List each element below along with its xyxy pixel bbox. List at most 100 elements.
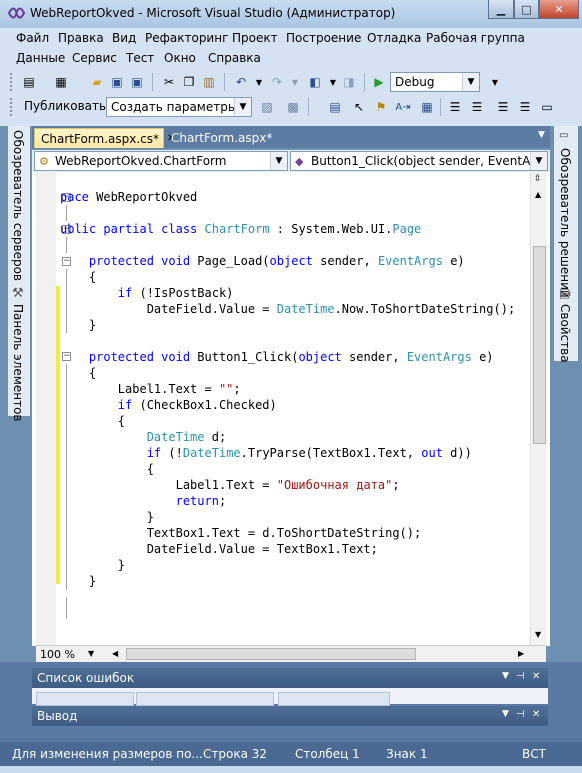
type-value: WebReportOkved.ChartForm: [55, 154, 227, 168]
horizontal-scrollbar-thumb[interactable]: [126, 648, 416, 660]
toolbox-tab[interactable]: Панель элементов: [11, 304, 25, 422]
window-bottom-border: [0, 766, 582, 773]
visual-studio-icon: [8, 7, 25, 19]
cursor-icon[interactable]: ↖: [350, 98, 368, 116]
code-line: if (CheckBox1.Checked): [117, 398, 277, 412]
solution-configuration-select[interactable]: Debug ▼: [390, 72, 480, 92]
code-line: {: [60, 414, 126, 428]
minimize-button[interactable]: ▁: [488, 0, 514, 19]
toolbar-grip[interactable]: [10, 73, 15, 91]
tab-list-icon[interactable]: ▼: [538, 130, 545, 140]
outline-line: [66, 237, 67, 253]
navigate-backward-icon[interactable]: ◧: [306, 73, 324, 91]
toolbar-separator: [364, 73, 365, 91]
code-line: DateField.Value = DateTime.Now.ToShortDa…: [60, 302, 516, 316]
menu-help[interactable]: Справка: [208, 51, 261, 65]
menu-file[interactable]: Файл: [16, 31, 49, 45]
quick-info-icon[interactable]: ⚑: [372, 98, 390, 116]
open-folder-icon[interactable]: ▰: [88, 73, 106, 91]
close-icon[interactable]: ✕: [532, 671, 540, 682]
code-line: DateField.Value = TextBox1.Text;: [60, 542, 378, 556]
uncomment-icon[interactable]: ☰: [516, 98, 534, 116]
save-icon[interactable]: ▣: [108, 73, 126, 91]
configuration-value: Debug: [395, 75, 435, 89]
vertical-scrollbar[interactable]: ⇳ ▲ ▼: [530, 172, 547, 646]
chevron-down-icon: ▼: [270, 152, 287, 170]
error-list-header[interactable]: Список ошибок ▼ ⊣ ✕: [32, 668, 548, 688]
type-select[interactable]: ⚙ WebReportOkved.ChartForm ▼: [34, 151, 288, 171]
navigate-forward-icon[interactable]: ◨: [340, 73, 358, 91]
decrease-indent-icon[interactable]: ☰: [446, 98, 464, 116]
maximize-button[interactable]: □: [514, 0, 539, 19]
server-explorer-tab[interactable]: Обозреватель серверов: [11, 130, 25, 281]
errors-filter-button[interactable]: [36, 692, 134, 706]
scroll-left-icon[interactable]: ◀: [112, 649, 118, 658]
select-icon[interactable]: ▤: [326, 98, 344, 116]
pin-icon[interactable]: ⊣: [516, 671, 525, 682]
start-debugging-icon[interactable]: ▶: [370, 73, 388, 91]
code-line: protected void Page_Load(object sender, …: [88, 254, 465, 268]
pin-icon[interactable]: ⊣: [516, 709, 525, 720]
copy-icon[interactable]: ❐: [180, 73, 198, 91]
undo-icon[interactable]: ↶: [232, 73, 250, 91]
complete-word-icon[interactable]: A⇥: [394, 98, 412, 116]
scroll-right-icon[interactable]: ▶: [518, 649, 524, 658]
output-title: Вывод: [37, 709, 78, 723]
save-all-icon[interactable]: ▣: [128, 73, 146, 91]
parameter-info-icon[interactable]: ▦: [418, 98, 436, 116]
scroll-down-icon[interactable]: ▼: [535, 630, 541, 639]
tab-label: ChartForm.aspx.cs*: [41, 131, 160, 146]
properties-tab[interactable]: Свойства: [558, 304, 572, 363]
menu-test[interactable]: Тест: [126, 51, 154, 65]
undo-dropdown-icon[interactable]: ▼: [250, 73, 268, 91]
scrollbar-thumb[interactable]: [533, 246, 546, 444]
code-line: }: [60, 574, 97, 588]
solution-explorer-tab[interactable]: Обозреватель решений: [558, 148, 572, 298]
window-position-icon[interactable]: ▼: [502, 671, 509, 681]
code-line: {: [60, 462, 154, 476]
publish-web-icon[interactable]: ▨: [258, 98, 276, 116]
pin-icon[interactable]: ▭: [559, 130, 568, 141]
increase-indent-icon[interactable]: ☰: [468, 98, 486, 116]
publish-settings-select[interactable]: Создать параметры пуб ▼: [106, 97, 252, 117]
member-select[interactable]: ◆ Button1_Click(object sender, EventArgs…: [290, 151, 548, 171]
menu-debug[interactable]: Отладка: [367, 31, 421, 45]
close-button[interactable]: ✕: [539, 0, 579, 19]
bookmark-icon[interactable]: ▭: [538, 98, 556, 116]
outline-line: [66, 597, 67, 619]
menu-tools[interactable]: Сервис: [72, 51, 117, 65]
menu-project[interactable]: Проект: [232, 31, 278, 45]
menu-window[interactable]: Окно: [164, 51, 196, 65]
redo-dropdown-icon[interactable]: ▼: [286, 73, 304, 91]
output-header[interactable]: Вывод ▼ ⊣ ✕: [32, 706, 548, 726]
toolbar-options-icon[interactable]: ▼: [486, 73, 504, 91]
tab-chartform-aspx[interactable]: ChartForm.aspx*: [165, 128, 275, 148]
window-position-icon[interactable]: ▼: [502, 709, 509, 719]
warnings-filter-button[interactable]: [136, 692, 274, 706]
zoom-select[interactable]: 100 %: [36, 646, 88, 662]
status-message: Для изменения размеров по...: [12, 747, 203, 761]
scroll-up-icon[interactable]: ▲: [535, 190, 541, 199]
paste-icon[interactable]: ▥: [200, 73, 218, 91]
close-icon[interactable]: ✕: [532, 709, 540, 720]
cut-icon[interactable]: ✂: [160, 73, 178, 91]
comment-icon[interactable]: ☰: [494, 98, 512, 116]
split-icon[interactable]: ⇳: [534, 174, 542, 184]
chevron-down-icon[interactable]: ▼: [88, 649, 94, 658]
menu-refactor[interactable]: Рефакторинг: [145, 31, 228, 45]
add-item-icon[interactable]: ▦: [52, 73, 70, 91]
redo-icon[interactable]: ↷: [268, 73, 286, 91]
messages-filter-button[interactable]: [278, 692, 390, 706]
menu-view[interactable]: Вид: [112, 31, 136, 45]
menu-bar: Файл Правка Вид Рефакторинг Проект Постр…: [6, 30, 576, 70]
publish-icon[interactable]: ▩: [284, 98, 302, 116]
tab-chartform-cs[interactable]: ChartForm.aspx.cs* ✕: [34, 128, 175, 148]
menu-edit[interactable]: Правка: [58, 31, 104, 45]
publish-settings-value: Создать параметры пуб: [111, 100, 252, 114]
menu-build[interactable]: Построение: [286, 31, 361, 45]
toolbar-grip[interactable]: [10, 98, 15, 116]
menu-data[interactable]: Данные: [16, 51, 65, 65]
new-project-icon[interactable]: ▤: [20, 73, 38, 91]
toolbar-separator: [440, 98, 441, 116]
menu-team[interactable]: Рабочая группа: [426, 31, 525, 45]
